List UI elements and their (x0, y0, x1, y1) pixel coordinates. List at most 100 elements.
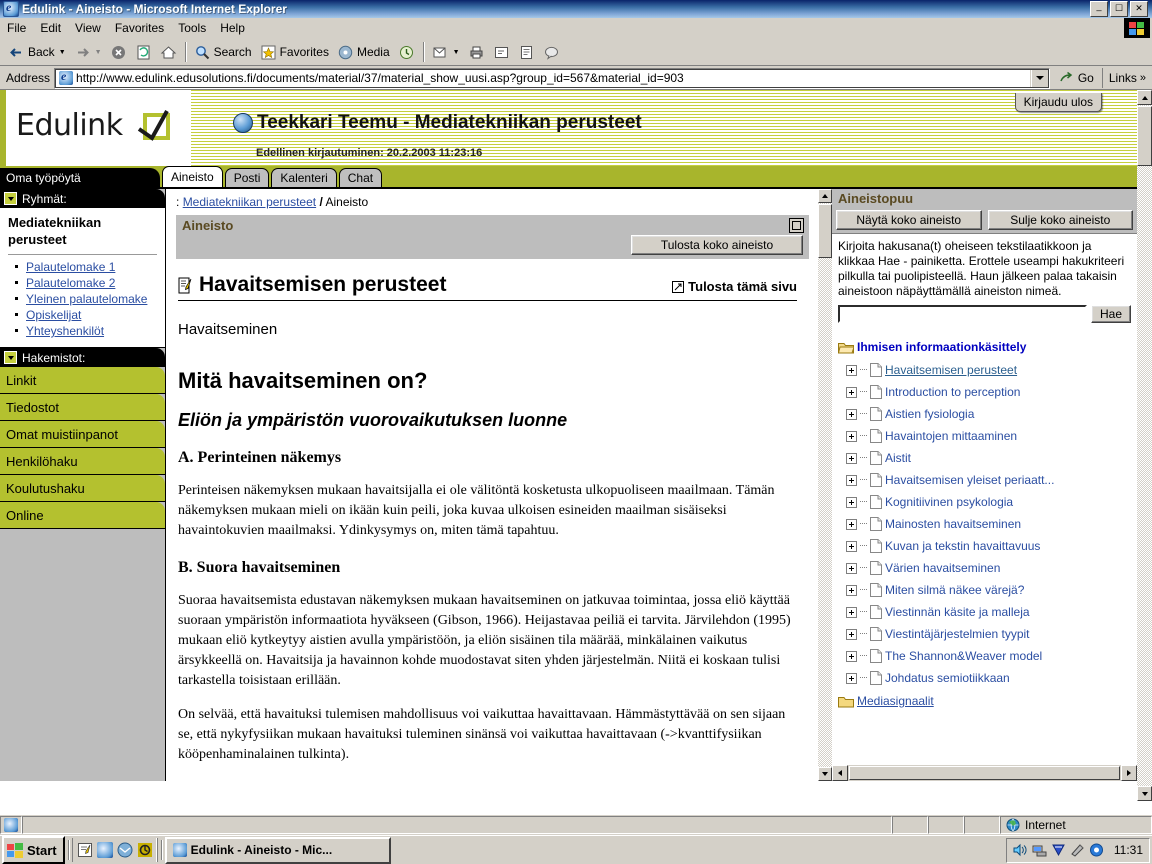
expand-icon[interactable] (846, 540, 857, 552)
history-button[interactable] (394, 39, 419, 65)
link-opiskelijat[interactable]: Opiskelijat (26, 308, 81, 322)
show-all-button[interactable]: Näytä koko aineisto (836, 210, 982, 230)
tree-root-label[interactable]: Ihmisen informaationkäsittely (857, 340, 1026, 354)
sidebar-item-omat-muistiinpanot[interactable]: Omat muistiinpanot (0, 421, 165, 448)
tree-item-label[interactable]: Johdatus semiotiikkaan (885, 671, 1010, 685)
show-desktop-icon[interactable] (77, 842, 93, 858)
tree-item-label[interactable]: Havaintojen mittaaminen (885, 429, 1017, 443)
outlook-icon[interactable] (117, 842, 133, 858)
expand-icon[interactable] (846, 672, 857, 684)
tree-item[interactable]: Aistien fysiologia (838, 403, 1137, 425)
print-all-button[interactable]: Tulosta koko aineisto (631, 235, 803, 255)
menu-favorites[interactable]: Favorites (108, 19, 171, 37)
window-vertical-scrollbar[interactable] (1137, 90, 1152, 801)
tree-item-label[interactable]: The Shannon&Weaver model (885, 649, 1042, 663)
sidebar-section-groups[interactable]: Ryhmät: (0, 189, 165, 208)
sidebar-item-henkilohaku[interactable]: Henkilöhaku (0, 448, 165, 475)
tree-root-2-label[interactable]: Mediasignaalit (857, 694, 934, 708)
search-submit-button[interactable]: Hae (1090, 305, 1131, 323)
ie-icon-quicklaunch[interactable] (96, 842, 113, 858)
discuss-button[interactable] (514, 39, 539, 65)
back-button[interactable]: Back ▼ (4, 39, 70, 65)
tree-item[interactable]: Kuvan ja tekstin havaittavuus (838, 535, 1137, 557)
expand-icon[interactable] (846, 562, 857, 574)
defrag-icon[interactable] (1070, 843, 1085, 857)
tree-item[interactable]: Aistit (838, 447, 1137, 469)
network-icon[interactable] (1032, 843, 1047, 857)
expand-icon[interactable] (846, 364, 857, 376)
address-input[interactable]: http://www.edulink.edusolutions.fi/docum… (55, 68, 1031, 88)
antivirus-icon[interactable] (1051, 843, 1066, 857)
tree-item-label[interactable]: Aistit (885, 451, 911, 465)
tree-item-label[interactable]: Mainosten havaitseminen (885, 517, 1021, 531)
restore-button[interactable]: ☐ (1110, 1, 1128, 17)
link-yhteyshenkilot[interactable]: Yhteyshenkilöt (26, 324, 104, 338)
link-palautelomake-2[interactable]: Palautelomake 2 (26, 276, 115, 290)
expand-icon[interactable] (846, 606, 857, 618)
tree-item-label[interactable]: Viestintäjärjestelmien tyypit (885, 627, 1030, 641)
print-button[interactable] (464, 39, 489, 65)
window-scroll-up-button[interactable] (1137, 90, 1152, 105)
tree-item-label[interactable]: Havaitsemisen perusteet (885, 363, 1017, 377)
hscroll-left-button[interactable] (832, 765, 848, 781)
collapse-checkbox-icon[interactable] (4, 192, 17, 205)
tree-item[interactable]: Havaintojen mittaaminen (838, 425, 1137, 447)
expand-icon[interactable] (846, 496, 857, 508)
mail-button[interactable]: ▼ (428, 39, 464, 65)
tree-item[interactable]: Havaitsemisen yleiset periaatt... (838, 469, 1137, 491)
window-scrollbar-thumb[interactable] (1137, 106, 1152, 166)
tree-item-label[interactable]: Kuvan ja tekstin havaittavuus (885, 539, 1040, 553)
messenger-tray-icon[interactable] (1089, 843, 1104, 857)
menu-edit[interactable]: Edit (33, 19, 68, 37)
expand-icon[interactable] (846, 430, 857, 442)
chevron-down-icon-mail[interactable]: ▼ (453, 49, 460, 56)
search-button[interactable]: Search (190, 39, 256, 65)
clock[interactable]: 11:31 (1114, 843, 1143, 857)
tree-root-node[interactable]: Ihmisen informaationkäsittely (838, 335, 1137, 359)
tree-item[interactable]: Havaitsemisen perusteet (838, 359, 1137, 381)
print-page-link[interactable]: Tulosta tämä sivu (672, 273, 797, 294)
tab-chat[interactable]: Chat (338, 168, 383, 187)
sidebar-item-koulutushaku[interactable]: Koulutushaku (0, 475, 165, 502)
tree-item[interactable]: Kognitiivinen psykologia (838, 491, 1137, 513)
hscroll-right-button[interactable] (1121, 765, 1137, 781)
norton-icon[interactable] (137, 842, 153, 858)
tree-item-label[interactable]: Aistien fysiologia (885, 407, 974, 421)
hscrollbar-thumb[interactable] (849, 766, 1120, 780)
menu-view[interactable]: View (68, 19, 108, 37)
tab-posti[interactable]: Posti (224, 168, 270, 187)
close-all-button[interactable]: Sulje koko aineisto (987, 210, 1133, 230)
tree-item[interactable]: Viestinnän käsite ja malleja (838, 601, 1137, 623)
scrollbar-thumb[interactable] (818, 204, 832, 258)
messenger-button[interactable] (539, 39, 564, 65)
tree-item-label[interactable]: Havaitsemisen yleiset periaatt... (885, 473, 1054, 487)
links-button[interactable]: Links » (1101, 68, 1152, 88)
tree-root-node-2[interactable]: Mediasignaalit (838, 689, 1137, 713)
expand-icon[interactable] (846, 408, 857, 420)
tree-item[interactable]: Värien havaitseminen (838, 557, 1137, 579)
tree-item[interactable]: Viestintäjärjestelmien tyypit (838, 623, 1137, 645)
maximize-panel-button[interactable] (789, 218, 804, 233)
tree-item-label[interactable]: Värien havaitseminen (885, 561, 1000, 575)
taskbar-window-button[interactable]: Edulink - Aineisto - Mic... (164, 836, 391, 864)
stop-button[interactable] (106, 39, 131, 65)
scroll-down-button[interactable] (818, 767, 832, 781)
chevron-down-icon[interactable]: ▼ (59, 49, 66, 56)
logout-button[interactable]: Kirjaudu ulos (1014, 93, 1102, 112)
home-button[interactable] (156, 39, 181, 65)
forward-button[interactable]: ▼ (70, 39, 106, 65)
sidebar-section-directories[interactable]: Hakemistot: (0, 348, 165, 367)
close-button[interactable]: ✕ (1130, 1, 1148, 17)
tree-item[interactable]: The Shannon&Weaver model (838, 645, 1137, 667)
sidebar-item-tiedostot[interactable]: Tiedostot (0, 394, 165, 421)
link-yleinen-palautelomake[interactable]: Yleinen palautelomake (26, 292, 147, 306)
menu-file[interactable]: File (0, 19, 33, 37)
collapse-checkbox-icon-2[interactable] (4, 351, 17, 364)
sidebar-item-online[interactable]: Online (0, 502, 165, 529)
scroll-up-button[interactable] (818, 189, 832, 203)
expand-icon[interactable] (846, 452, 857, 464)
tree-item-label[interactable]: Introduction to perception (885, 385, 1020, 399)
tree-item-label[interactable]: Miten silmä näkee värejä? (885, 583, 1024, 597)
media-button[interactable]: Media (333, 39, 394, 65)
search-input[interactable] (838, 305, 1087, 323)
